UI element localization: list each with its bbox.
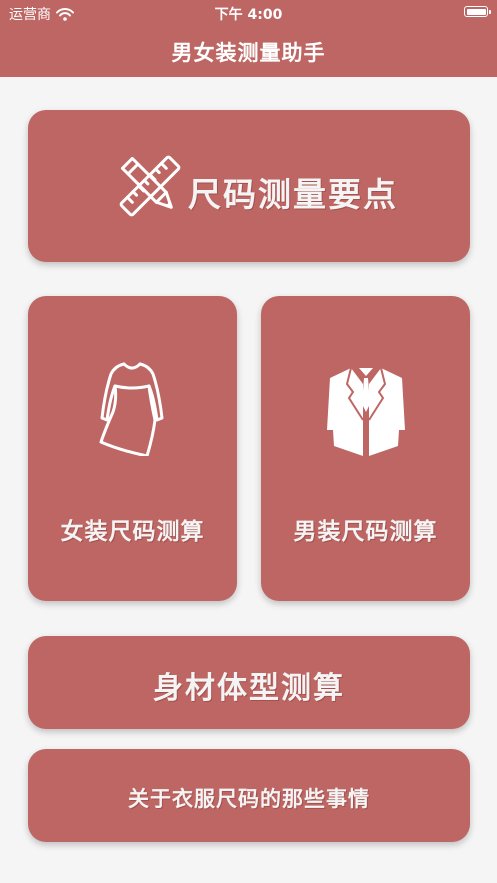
status-bar: 运营商 下午 4:00: [0, 0, 497, 26]
about-clothing-sizes-button[interactable]: 关于衣服尺码的那些事情: [28, 749, 470, 842]
body-type-calc-button[interactable]: 身材体型测算: [28, 636, 470, 729]
mens-size-calc-button[interactable]: 男装尺码测算: [261, 296, 470, 601]
measurement-tips-button[interactable]: 尺码测量要点: [28, 110, 470, 262]
status-time: 下午 4:00: [214, 7, 283, 23]
mens-size-calc-label: 男装尺码测算: [293, 519, 438, 545]
body-type-calc-label: 身材体型测算: [153, 671, 345, 706]
nav-bar: 男女装测量助手: [0, 26, 497, 77]
suit-icon: [327, 367, 405, 456]
battery-icon: [464, 6, 491, 17]
measurement-tips-label: 尺码测量要点: [188, 175, 398, 214]
page-title: 男女装测量助手: [171, 40, 326, 65]
dress-icon: [99, 362, 164, 456]
womens-size-calc-button[interactable]: 女装尺码测算: [28, 296, 237, 601]
womens-size-calc-label: 女装尺码测算: [60, 519, 205, 545]
about-clothing-sizes-label: 关于衣服尺码的那些事情: [128, 787, 370, 811]
pencil-ruler-icon: [119, 155, 181, 217]
